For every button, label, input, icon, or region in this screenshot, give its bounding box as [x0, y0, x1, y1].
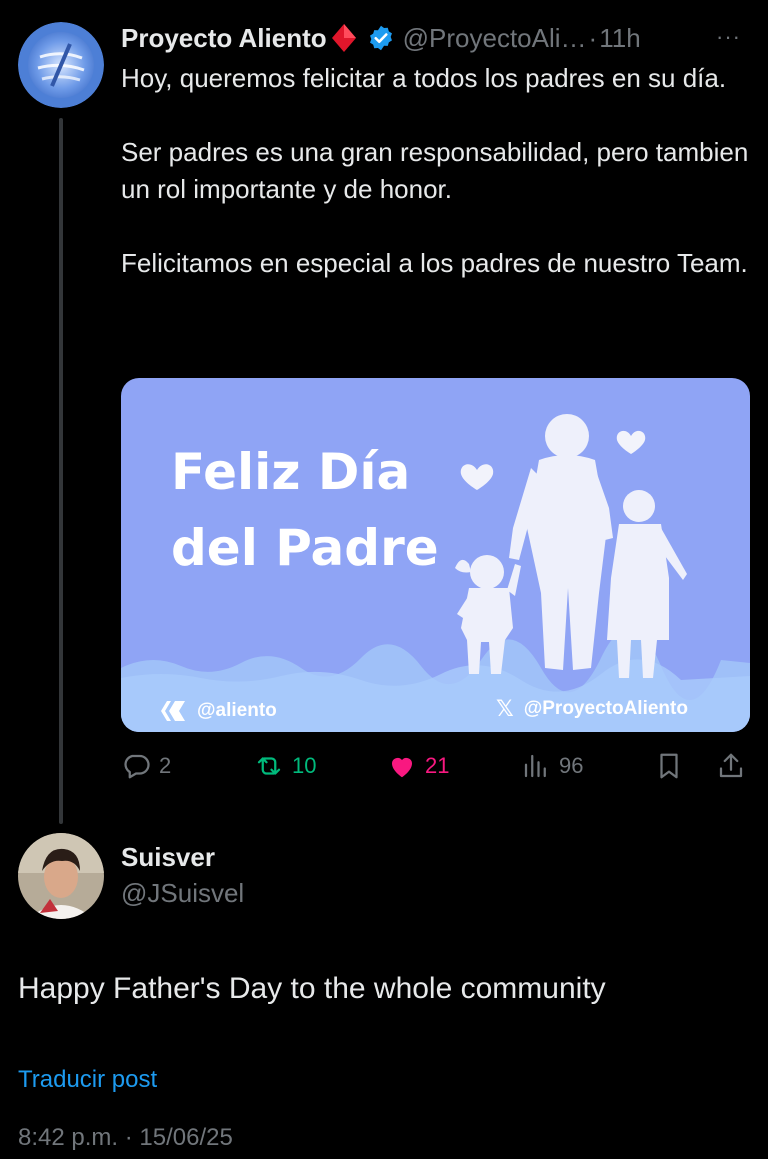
- aliento-tag: @aliento: [159, 700, 277, 722]
- tweet-paragraph: Ser padres es una gran responsabilidad, …: [121, 137, 749, 204]
- reply-count: 2: [159, 753, 172, 778]
- separator-dot: ·: [588, 22, 598, 53]
- tweet-paragraph: Hoy, queremos felicitar a todos los padr…: [121, 63, 727, 93]
- views-count: 96: [559, 753, 584, 778]
- x-logo-icon: 𝕏: [496, 696, 514, 721]
- verified-badge-icon: [367, 24, 395, 52]
- author-name[interactable]: Proyecto Aliento: [121, 23, 327, 54]
- proyecto-aliento-logo-icon: [18, 22, 104, 108]
- hive-logo-icon: [161, 701, 185, 721]
- x-account-tag-label: @ProyectoAliento: [523, 698, 688, 719]
- retweet-count: 10: [292, 753, 317, 778]
- tweet-time[interactable]: 11h: [599, 23, 640, 54]
- reply-author-handle[interactable]: @JSuisvel: [121, 878, 244, 909]
- banner-title: Feliz Día del Padre: [171, 446, 439, 574]
- x-account-tag: 𝕏 @ProyectoAliento: [496, 696, 688, 722]
- banner-title-line: del Padre: [171, 519, 439, 577]
- red-diamond-icon: [331, 23, 357, 53]
- reply-button[interactable]: 2: [121, 748, 171, 784]
- bookmark-icon: [660, 753, 678, 779]
- retweet-button[interactable]: 10: [254, 748, 316, 784]
- tweet-header: Proyecto Aliento @ProyectoAli… · 11h: [121, 20, 641, 56]
- bookmark-button[interactable]: [654, 748, 684, 784]
- reply-text: Happy Father's Day to the whole communit…: [18, 972, 606, 1005]
- more-options-icon[interactable]: ···: [716, 24, 741, 50]
- aliento-tag-label: @aliento: [197, 700, 277, 721]
- retweet-icon: [257, 757, 281, 775]
- banner-title-line: Feliz Día: [171, 443, 411, 501]
- reply-icon: [124, 754, 150, 779]
- translate-post-link[interactable]: Traducir post: [18, 1066, 157, 1094]
- user-photo-avatar: [18, 833, 104, 919]
- thread-connector-line: [59, 118, 63, 824]
- author-avatar[interactable]: [18, 22, 104, 108]
- reply-author-avatar[interactable]: [18, 833, 104, 919]
- reply-timestamp[interactable]: 8:42 p.m. · 15/06/25: [18, 1124, 233, 1152]
- tweet-media-image[interactable]: Feliz Día del Padre @aliento 𝕏 @Proyecto…: [121, 378, 750, 732]
- share-icon: [719, 753, 743, 778]
- like-count: 21: [425, 753, 450, 778]
- reply-author-name[interactable]: Suisver: [121, 842, 215, 873]
- views-chart-icon: [524, 754, 546, 778]
- tweet-body: Hoy, queremos felicitar a todos los padr…: [121, 60, 751, 282]
- heart-filled-icon: [392, 757, 412, 778]
- like-button[interactable]: 21: [387, 748, 449, 784]
- tweet-paragraph: Felicitamos en especial a los padres de …: [121, 248, 748, 278]
- views-button[interactable]: 96: [521, 748, 583, 784]
- author-handle[interactable]: @ProyectoAli…: [403, 23, 587, 54]
- share-button[interactable]: [716, 748, 746, 784]
